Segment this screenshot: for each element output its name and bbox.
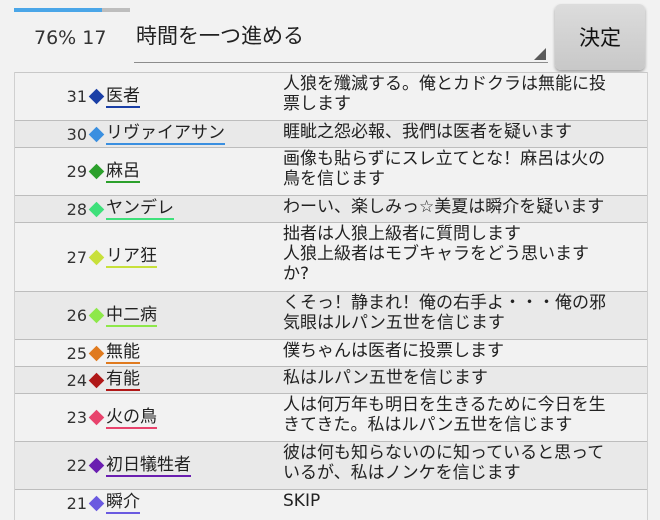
diamond-icon xyxy=(88,88,105,105)
player-number: 29 xyxy=(66,162,87,181)
player-cell: 28 ヤンデレ xyxy=(15,196,271,222)
player-name-link[interactable]: 中二病 xyxy=(106,305,157,327)
action-select-value: 時間を一つ進める xyxy=(136,24,304,48)
player-cell: 29 麻呂 xyxy=(15,148,271,195)
top-bar: 76% 17 時間を一つ進める 決定 xyxy=(0,0,660,72)
message-line: 人狼を殲滅する。俺とカドクラは無能に投 xyxy=(283,74,606,94)
player-number: 21 xyxy=(66,493,87,513)
message-line: 彼は何も知らないのに知っていると思って xyxy=(283,443,605,463)
message-text: 僕ちゃんは医者に投票します xyxy=(283,340,647,362)
message-line: SKIP xyxy=(283,491,321,511)
message-text: 彼は何も知らないのに知っていると思って いるが、私はノンケを信じます xyxy=(283,442,647,484)
list-item[interactable]: 25 無能 僕ちゃんは医者に投票します xyxy=(15,339,647,366)
player-name-link[interactable]: 有能 xyxy=(106,369,140,391)
player-name-link[interactable]: リヴァイアサン xyxy=(106,123,225,145)
decide-button[interactable]: 決定 xyxy=(555,4,645,70)
message-line: いるが、私はノンケを信じます xyxy=(283,463,521,483)
player-cell: 25 無能 xyxy=(15,340,271,366)
player-number: 26 xyxy=(66,306,87,325)
player-name-link[interactable]: 初日犠牲者 xyxy=(106,455,191,477)
list-item[interactable]: 29 麻呂 画像も貼らずにスレ立てとな！麻呂は火の 鳥を信じます xyxy=(15,147,647,195)
message-line: か? xyxy=(283,264,310,284)
list-item[interactable]: 24 有能 私はルパン五世を信じます xyxy=(15,366,647,393)
player-cell: 21 瞬介 xyxy=(15,490,271,516)
message-line: 睚眦之怨必報、我們は医者を疑います xyxy=(283,122,572,142)
dropdown-corner-icon xyxy=(534,48,546,60)
message-line: 気眼はルパン五世を信じます xyxy=(283,313,505,333)
message-text: 人狼を殲滅する。俺とカドクラは無能に投 票します xyxy=(283,73,647,115)
diamond-icon xyxy=(88,163,105,180)
message-text: わーい、楽しみっ☆美夏は瞬介を疑います xyxy=(283,196,647,218)
progress-bar-fill xyxy=(14,8,103,12)
message-line: 私はルパン五世を信じます xyxy=(283,368,488,388)
player-number: 24 xyxy=(66,370,87,390)
progress-bar xyxy=(14,8,130,12)
message-line: くそっ！静まれ！俺の右手よ・・・俺の邪 xyxy=(283,293,606,313)
player-name-link[interactable]: 医者 xyxy=(106,86,140,108)
player-cell: 23 火の鳥 xyxy=(15,394,271,441)
message-line: 鳥を信じます xyxy=(283,169,385,189)
list-item[interactable]: 21 瞬介 SKIP xyxy=(15,489,647,516)
player-number: 23 xyxy=(66,408,87,427)
diamond-icon xyxy=(88,201,105,217)
message-text: 睚眦之怨必報、我們は医者を疑います xyxy=(283,121,647,143)
player-name-link[interactable]: 麻呂 xyxy=(106,161,140,183)
player-name-link[interactable]: 火の鳥 xyxy=(106,407,157,429)
player-number: 25 xyxy=(66,343,87,363)
message-line: 人狼上級者はモブキャラをどう思います xyxy=(283,244,589,264)
diamond-icon xyxy=(88,372,105,388)
list-item[interactable]: 27 リア狂 拙者は人狼上級者に質問します 人狼上級者はモブキャラをどう思います か? xyxy=(15,222,647,291)
player-cell: 22 初日犠牲者 xyxy=(15,442,271,489)
player-cell: 24 有能 xyxy=(15,367,271,393)
player-cell: 27 リア狂 xyxy=(15,223,271,291)
player-number: 31 xyxy=(66,87,87,106)
player-name-link[interactable]: 無能 xyxy=(106,342,140,364)
diamond-icon xyxy=(88,126,105,142)
diamond-icon xyxy=(88,495,105,511)
diamond-icon xyxy=(88,409,105,426)
message-text: 拙者は人狼上級者に質問します 人狼上級者はモブキャラをどう思います か? xyxy=(283,223,647,285)
list-item[interactable]: 26 中二病 くそっ！静まれ！俺の右手よ・・・俺の邪 気眼はルパン五世を信じます xyxy=(15,291,647,339)
list-item[interactable]: 28 ヤンデレ わーい、楽しみっ☆美夏は瞬介を疑います xyxy=(15,195,647,222)
diamond-icon xyxy=(88,249,105,265)
player-name-link[interactable]: 瞬介 xyxy=(106,492,140,514)
message-line: 人は何万年も明日を生きるために今日を生 xyxy=(283,395,606,415)
message-line: 画像も貼らずにスレ立てとな！麻呂は火の xyxy=(283,149,606,169)
message-text: 私はルパン五世を信じます xyxy=(283,367,647,389)
player-name-link[interactable]: リア狂 xyxy=(106,246,157,268)
player-number: 22 xyxy=(66,456,87,475)
player-number: 27 xyxy=(66,247,87,267)
diamond-icon xyxy=(88,307,105,324)
player-number: 28 xyxy=(66,199,87,219)
list-item[interactable]: 23 火の鳥 人は何万年も明日を生きるために今日を生 きてきた。私はルパン五世を信じま… xyxy=(15,393,647,441)
list-item[interactable]: 31 医者 人狼を殲滅する。俺とカドクラは無能に投 票します xyxy=(15,72,647,120)
message-list[interactable]: 31 医者 人狼を殲滅する。俺とカドクラは無能に投 票します 30 リヴァイアサン 睚眦之怨… xyxy=(14,72,648,520)
message-line: きてきた。私はルパン五世を信じます xyxy=(283,415,573,435)
message-text: 人は何万年も明日を生きるために今日を生 きてきた。私はルパン五世を信じます xyxy=(283,394,647,436)
diamond-icon xyxy=(88,457,105,474)
player-cell: 26 中二病 xyxy=(15,292,271,339)
message-line: わーい、楽しみっ☆美夏は瞬介を疑います xyxy=(283,197,605,217)
progress-text: 76% 17 xyxy=(34,27,107,49)
player-cell: 31 医者 xyxy=(15,73,271,120)
list-item[interactable]: 22 初日犠牲者 彼は何も知らないのに知っていると思って いるが、私はノンケを信じます xyxy=(15,441,647,489)
message-text: くそっ！静まれ！俺の右手よ・・・俺の邪 気眼はルパン五世を信じます xyxy=(283,292,647,334)
message-line: 僕ちゃんは医者に投票します xyxy=(283,341,504,361)
player-number: 30 xyxy=(66,124,87,144)
message-text: SKIP xyxy=(283,490,647,512)
message-line: 票します xyxy=(283,94,351,114)
player-cell: 30 リヴァイアサン xyxy=(15,121,271,147)
player-name-link[interactable]: ヤンデレ xyxy=(106,198,174,220)
action-select[interactable]: 時間を一つ進める xyxy=(134,12,548,63)
message-line: 拙者は人狼上級者に質問します xyxy=(283,224,521,244)
diamond-icon xyxy=(88,345,105,361)
list-item[interactable]: 30 リヴァイアサン 睚眦之怨必報、我們は医者を疑います xyxy=(15,120,647,147)
message-text: 画像も貼らずにスレ立てとな！麻呂は火の 鳥を信じます xyxy=(283,148,647,190)
